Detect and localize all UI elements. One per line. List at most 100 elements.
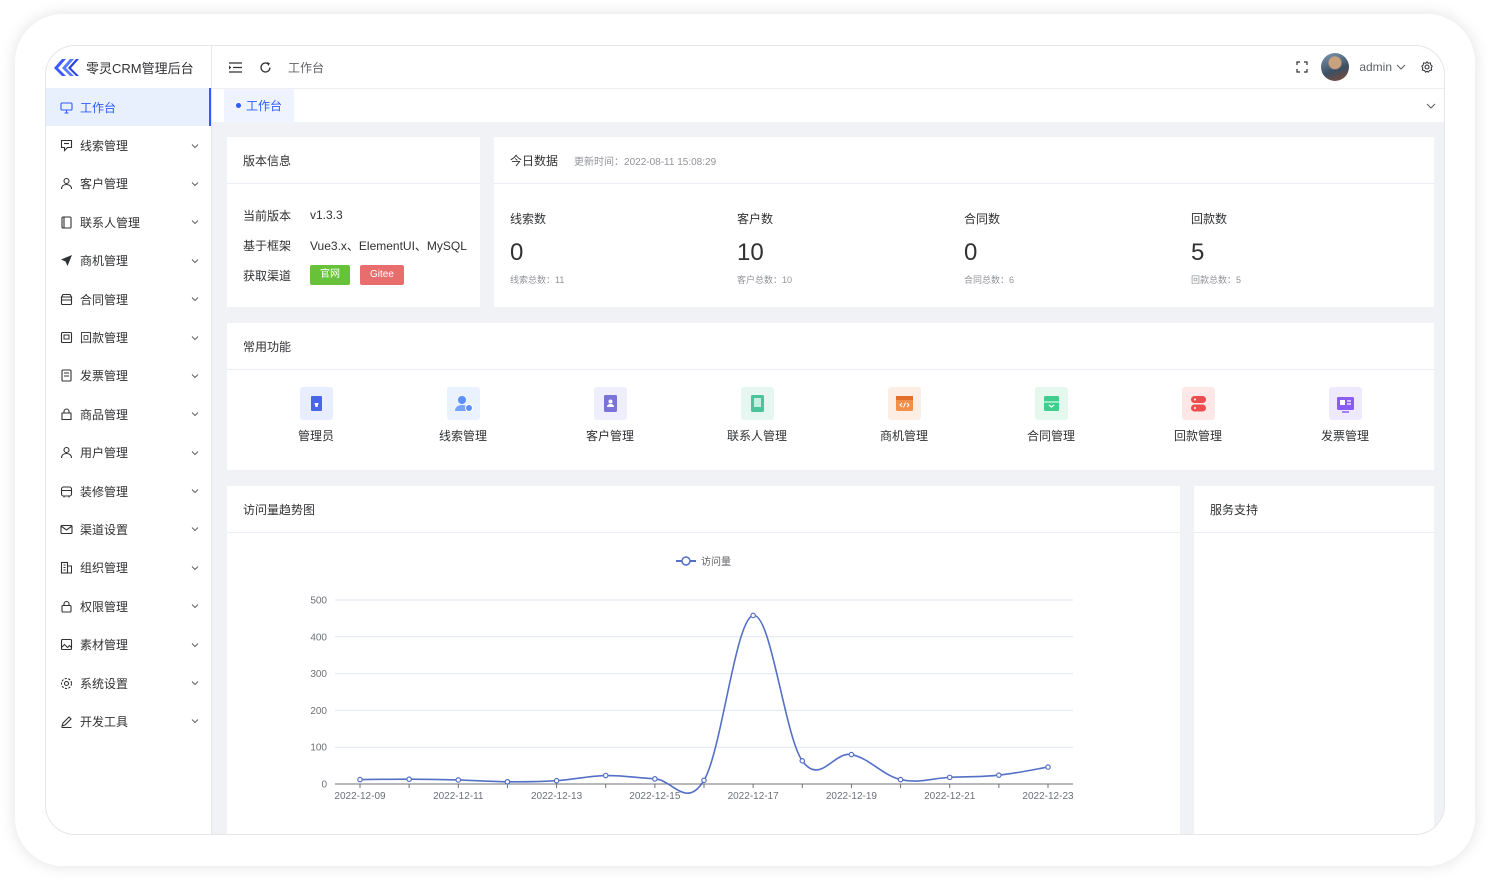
sidebar-item[interactable]: 商机管理 <box>46 242 211 280</box>
user-icon <box>60 177 73 190</box>
x-tick-label: 2022-12-09 <box>334 791 386 802</box>
function-tile[interactable]: 联系人管理 <box>712 387 802 444</box>
sidebar-item-label: 系统设置 <box>80 676 129 691</box>
x-tick-label: 2022-12-13 <box>531 791 583 802</box>
stat-label: 客户数 <box>737 212 774 226</box>
sidebar-item[interactable]: 开发工具 <box>46 702 211 740</box>
clue-icon <box>60 139 73 152</box>
sidebar: 零灵CRM管理后台 工作台 线索管理 客户管理 联系人管理 商机管理 合同管理 回款管理发票… <box>46 46 212 834</box>
chevron-down-icon <box>191 527 199 532</box>
refresh-icon[interactable] <box>258 60 272 74</box>
version-card: 版本信息 当前版本 v1.3.3 基于框架 Vue3.x、ElementUI、M… <box>227 137 480 307</box>
framework-row: 基于框架 Vue3.x、ElementUI、MySQL <box>227 230 480 260</box>
inbox-icon <box>1034 387 1068 420</box>
series-line <box>359 614 1049 794</box>
tab-workbench[interactable]: 工作台 <box>224 88 295 123</box>
function-tile[interactable]: 线索管理 <box>418 387 508 444</box>
sidebar-item[interactable]: 系统设置 <box>46 664 211 702</box>
x-tick-label: 2022-12-19 <box>826 791 878 802</box>
y-tick-label: 100 <box>310 743 327 754</box>
logo-icon <box>54 59 79 76</box>
sidebar-item[interactable]: 权限管理 <box>46 587 211 625</box>
data-point <box>996 772 1002 778</box>
x-tick-label: 2022-12-21 <box>924 791 976 802</box>
sidebar-item[interactable]: 组织管理 <box>46 549 211 587</box>
sidebar-item-label: 用户管理 <box>80 446 129 461</box>
sidebar-item-label: 发票管理 <box>80 369 129 384</box>
function-tile[interactable]: 商机管理 <box>859 387 949 444</box>
function-tile[interactable]: 回款管理 <box>1153 387 1243 444</box>
data-point <box>799 758 806 764</box>
chevron-down-icon <box>191 642 199 647</box>
sidebar-item[interactable]: 商品管理 <box>46 395 211 433</box>
gear-icon[interactable] <box>1420 60 1434 74</box>
data-point <box>701 777 707 784</box>
function-tile[interactable]: 客户管理 <box>565 387 655 444</box>
sidebar-item[interactable]: 渠道设置 <box>46 510 211 548</box>
sidebar-item[interactable]: 线索管理 <box>46 126 211 164</box>
function-label: 发票管理 <box>1320 429 1369 443</box>
service-support-card: 服务支持 <box>1194 486 1434 834</box>
chevron-down-icon[interactable] <box>1396 62 1406 72</box>
y-tick-label: 0 <box>321 780 327 791</box>
chevron-down-icon <box>191 719 199 724</box>
chevron-down-icon <box>191 335 199 340</box>
sidebar-item[interactable]: 回款管理 <box>46 318 211 356</box>
function-tile[interactable]: 管理员 <box>271 387 361 444</box>
sidebar-item[interactable]: 联系人管理 <box>46 203 211 241</box>
sidebar-menu: 工作台 线索管理 客户管理 联系人管理 商机管理 合同管理 回款管理发票管理商品管理用户管理… <box>46 88 211 741</box>
sidebar-item[interactable]: 客户管理 <box>46 165 211 203</box>
payment-icon <box>60 331 73 344</box>
data-point <box>357 776 363 783</box>
x-tick-label: 2022-12-23 <box>1022 791 1074 802</box>
chevron-down-icon[interactable] <box>1426 101 1436 111</box>
chevron-down-icon <box>191 258 199 263</box>
data-point <box>652 776 658 782</box>
stat-value: 0 <box>964 239 978 266</box>
chevron-down-icon <box>191 604 199 609</box>
sidebar-item[interactable]: 装修管理 <box>46 472 211 510</box>
y-tick-label: 400 <box>310 632 327 643</box>
contact-book-icon <box>60 216 73 229</box>
sidebar-item[interactable]: 用户管理 <box>46 434 211 472</box>
username[interactable]: admin <box>1359 60 1392 74</box>
data-point <box>848 751 855 758</box>
y-tick-label: 500 <box>310 596 327 607</box>
chevron-down-icon <box>191 681 199 686</box>
decorate-icon <box>60 485 73 498</box>
function-label: 管理员 <box>297 429 334 443</box>
y-tick-label: 200 <box>310 706 327 717</box>
fullscreen-icon[interactable] <box>1295 60 1309 74</box>
server-icon <box>1181 387 1215 420</box>
card-title-text: 今日数据 <box>510 153 559 168</box>
avatar[interactable] <box>1321 53 1350 81</box>
today-data-card: 今日数据 更新时间：2022-08-11 15:08:29 线索数 0 线索总数… <box>494 137 1434 307</box>
menu-fold-icon[interactable] <box>228 60 242 74</box>
breadcrumb[interactable]: 工作台 <box>288 59 324 76</box>
invoice-card-icon <box>1328 387 1362 420</box>
tabs-bar: 工作台 <box>212 88 1444 123</box>
kv-key: 获取渠道 <box>243 268 292 283</box>
kv-key: 基于框架 <box>243 238 292 253</box>
contact-icon <box>740 387 774 420</box>
official-site-button[interactable]: 官网 <box>310 265 350 285</box>
sidebar-item[interactable]: 发票管理 <box>46 357 211 395</box>
gitee-button[interactable]: Gitee <box>360 265 404 285</box>
version-row: 当前版本 v1.3.3 <box>227 200 480 230</box>
send-icon <box>60 254 73 267</box>
card-title: 访问量趋势图 <box>227 486 1180 533</box>
sidebar-item[interactable]: 工作台 <box>46 88 211 127</box>
sidebar-item-label: 装修管理 <box>80 484 129 499</box>
sidebar-item[interactable]: 素材管理 <box>46 625 211 663</box>
x-tick-label: 2022-12-15 <box>629 791 681 802</box>
logo[interactable]: 零灵CRM管理后台 <box>46 46 211 88</box>
stat-label: 线索数 <box>510 212 547 226</box>
trend-line-chart: 0 100 200 300 400 500 2022-12-09 2022-12-11 2022… <box>310 596 1074 803</box>
stat-customers: 客户数 10 客户总数：10 <box>737 210 792 286</box>
sidebar-item[interactable]: 合同管理 <box>46 280 211 318</box>
common-functions-card: 常用功能 管理员 线索管理 客户管理 联系人管理 商机管理 合同管理 回款管理 发票管理 <box>227 323 1434 470</box>
gear-icon <box>60 677 73 690</box>
function-tile[interactable]: 发票管理 <box>1300 387 1390 444</box>
function-tile[interactable]: 合同管理 <box>1006 387 1096 444</box>
app-title: 零灵CRM管理后台 <box>86 60 194 76</box>
